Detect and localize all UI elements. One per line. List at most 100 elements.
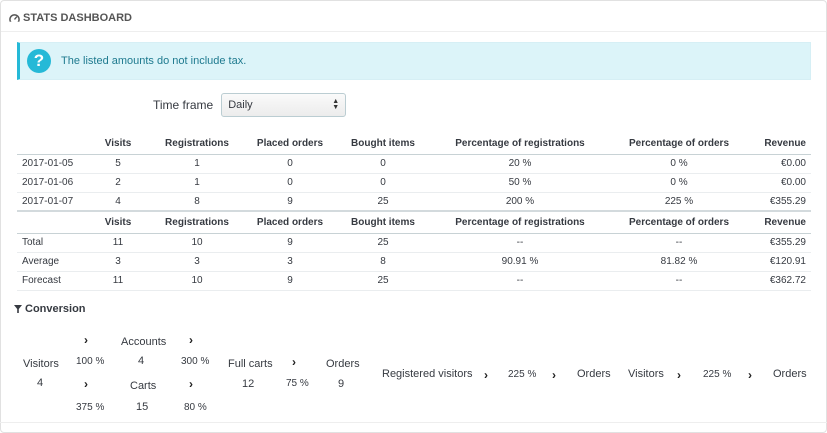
question-icon: ? (27, 49, 51, 73)
stats-table: Visits Registrations Placed orders Bough… (17, 134, 811, 291)
summary-row-forecast: Forecast 11 10 9 25 -- -- €362.72 (17, 271, 811, 291)
cell-placed-orders: 3 (245, 252, 335, 272)
funnel-registered-visitors-label: Registered visitors (382, 368, 473, 380)
select-arrows-icon: ▲ ▼ (332, 98, 340, 111)
cell-pct-orders: 0 % (609, 154, 749, 174)
table-row: 2017-01-06 2 1 0 0 50 % 0 % €0.00 (17, 173, 811, 193)
col-header (17, 211, 87, 234)
cell-visits: 5 (87, 154, 149, 174)
timeframe-control: Time frame Daily ▲ ▼ (153, 93, 347, 117)
summary-header-row: Visits Registrations Placed orders Bough… (17, 211, 811, 234)
col-header-revenue: Revenue (749, 211, 811, 234)
funnel-visitors-to-orders: 225 % (703, 369, 732, 380)
cell-placed-orders: 0 (245, 173, 335, 193)
cell-revenue: €355.29 (749, 192, 811, 212)
cell-revenue: €0.00 (749, 154, 811, 174)
cell-pct-orders: 225 % (609, 192, 749, 212)
col-header-pct-orders: Percentage of orders (609, 211, 749, 234)
cell-bought-items: 25 (335, 271, 431, 291)
divider (0, 422, 827, 423)
conversion-toggle[interactable]: Conversion (14, 303, 86, 315)
cell-registrations: 1 (149, 173, 245, 193)
cell-visits: 3 (87, 252, 149, 272)
cell-revenue: €355.29 (749, 233, 811, 253)
cell-bought-items: 0 (335, 173, 431, 193)
dashboard-icon (9, 14, 20, 24)
cell-placed-orders: 9 (245, 271, 335, 291)
chevron-right-icon: › (84, 333, 88, 347)
chevron-right-icon: › (552, 368, 556, 382)
col-header-bought-items: Bought items (335, 134, 431, 155)
timeframe-label: Time frame (153, 98, 214, 112)
chevron-right-icon: › (189, 377, 193, 391)
col-header-bought-items: Bought items (335, 211, 431, 234)
cell-visits: 2 (87, 173, 149, 193)
cell-placed-orders: 9 (245, 233, 335, 253)
cell-pct-registrations: 20 % (431, 154, 609, 174)
cell-registrations: 10 (149, 233, 245, 253)
cell-pct-orders: -- (609, 233, 749, 253)
funnel-visitors-value: 4 (37, 377, 44, 389)
col-header-placed-orders: Placed orders (245, 211, 335, 234)
cell-pct-orders: 81.82 % (609, 252, 749, 272)
funnel-orders-value: 9 (338, 378, 345, 390)
table-header-row: Visits Registrations Placed orders Bough… (17, 134, 811, 155)
cell-label: Total (17, 233, 87, 253)
funnel-visitors-to-carts: 375 % (76, 402, 105, 413)
timeframe-select[interactable]: Daily ▲ ▼ (221, 93, 347, 117)
summary-row-average: Average 3 3 3 8 90.91 % 81.82 % €120.91 (17, 252, 811, 272)
cell-visits: 4 (87, 192, 149, 212)
funnel-accounts-label: Accounts (121, 336, 167, 348)
col-header-pct-registrations: Percentage of registrations (431, 134, 609, 155)
chevron-right-icon: › (84, 377, 88, 391)
cell-revenue: €362.72 (749, 271, 811, 291)
funnel-carts-to-fullcarts: 80 % (184, 402, 207, 413)
col-header-pct-orders: Percentage of orders (609, 134, 749, 155)
col-header-visits: Visits (87, 134, 149, 155)
cell-registrations: 10 (149, 271, 245, 291)
funnel-fullcarts-value: 12 (242, 378, 255, 390)
table-row: 2017-01-07 4 8 9 25 200 % 225 % €355.29 (17, 192, 811, 212)
chevron-right-icon: › (748, 368, 752, 382)
cell-pct-registrations: 50 % (431, 173, 609, 193)
funnel-orders-label: Orders (326, 358, 360, 370)
panel-title: Stats Dashboard (23, 12, 132, 24)
funnel-accounts-to-fullcarts: 300 % (181, 356, 210, 367)
filter-icon (14, 305, 22, 313)
chevron-right-icon: › (292, 355, 296, 369)
cell-bought-items: 0 (335, 154, 431, 174)
cell-date: 2017-01-06 (17, 173, 87, 193)
funnel-accounts-value: 4 (138, 355, 145, 367)
funnel-carts-label: Carts (130, 380, 157, 392)
col-header-pct-registrations: Percentage of registrations (431, 211, 609, 234)
cell-registrations: 8 (149, 192, 245, 212)
col-header-revenue: Revenue (749, 134, 811, 155)
cell-pct-registrations: 90.91 % (431, 252, 609, 272)
conversion-title: Conversion (25, 303, 86, 315)
cell-pct-registrations: -- (431, 233, 609, 253)
cell-bought-items: 25 (335, 233, 431, 253)
cell-registrations: 1 (149, 154, 245, 174)
cell-bought-items: 25 (335, 192, 431, 212)
funnel-visitors-label: Visitors (23, 358, 59, 370)
funnel-registered-to-orders: 225 % (508, 369, 537, 380)
funnel-carts-value: 15 (136, 401, 149, 413)
cell-visits: 11 (87, 233, 149, 253)
col-header-registrations: Registrations (149, 211, 245, 234)
panel-heading: Stats Dashboard (1, 1, 826, 32)
col-header (17, 134, 87, 155)
cell-registrations: 3 (149, 252, 245, 272)
cell-label: Average (17, 252, 87, 272)
cell-pct-orders: 0 % (609, 173, 749, 193)
cell-date: 2017-01-05 (17, 154, 87, 174)
cell-bought-items: 8 (335, 252, 431, 272)
alert-text: The listed amounts do not include tax. (61, 55, 247, 67)
funnel-orders-label-3: Orders (773, 368, 807, 380)
cell-placed-orders: 9 (245, 192, 335, 212)
funnel-visitors-label-2: Visitors (628, 368, 664, 380)
funnel-orders-label-2: Orders (577, 368, 611, 380)
timeframe-value: Daily (228, 99, 253, 111)
chevron-right-icon: › (677, 368, 681, 382)
tax-info-alert: ? The listed amounts do not include tax. (17, 42, 811, 80)
cell-placed-orders: 0 (245, 154, 335, 174)
